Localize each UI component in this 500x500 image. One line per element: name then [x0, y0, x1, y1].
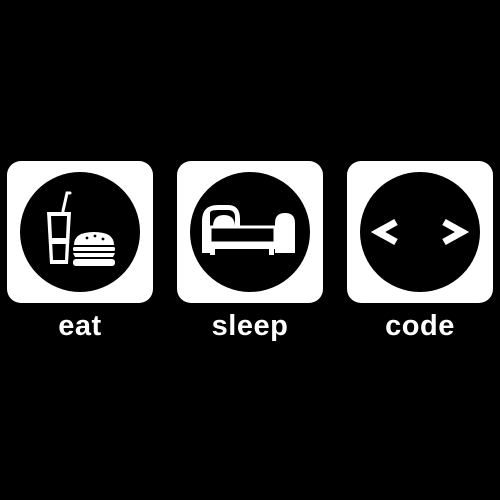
code-tile: [347, 161, 493, 303]
eat-sleep-code-graphic: eat sleep code: [0, 0, 500, 500]
sleep-label: sleep: [211, 310, 289, 342]
food-drink-burger-icon: [20, 172, 140, 292]
bed-icon: [190, 172, 310, 292]
code-label: code: [385, 310, 455, 342]
eat-tile: [7, 161, 153, 303]
code-brackets-icon: [360, 172, 480, 292]
eat-label: eat: [58, 310, 102, 342]
sleep-tile: [177, 161, 323, 303]
